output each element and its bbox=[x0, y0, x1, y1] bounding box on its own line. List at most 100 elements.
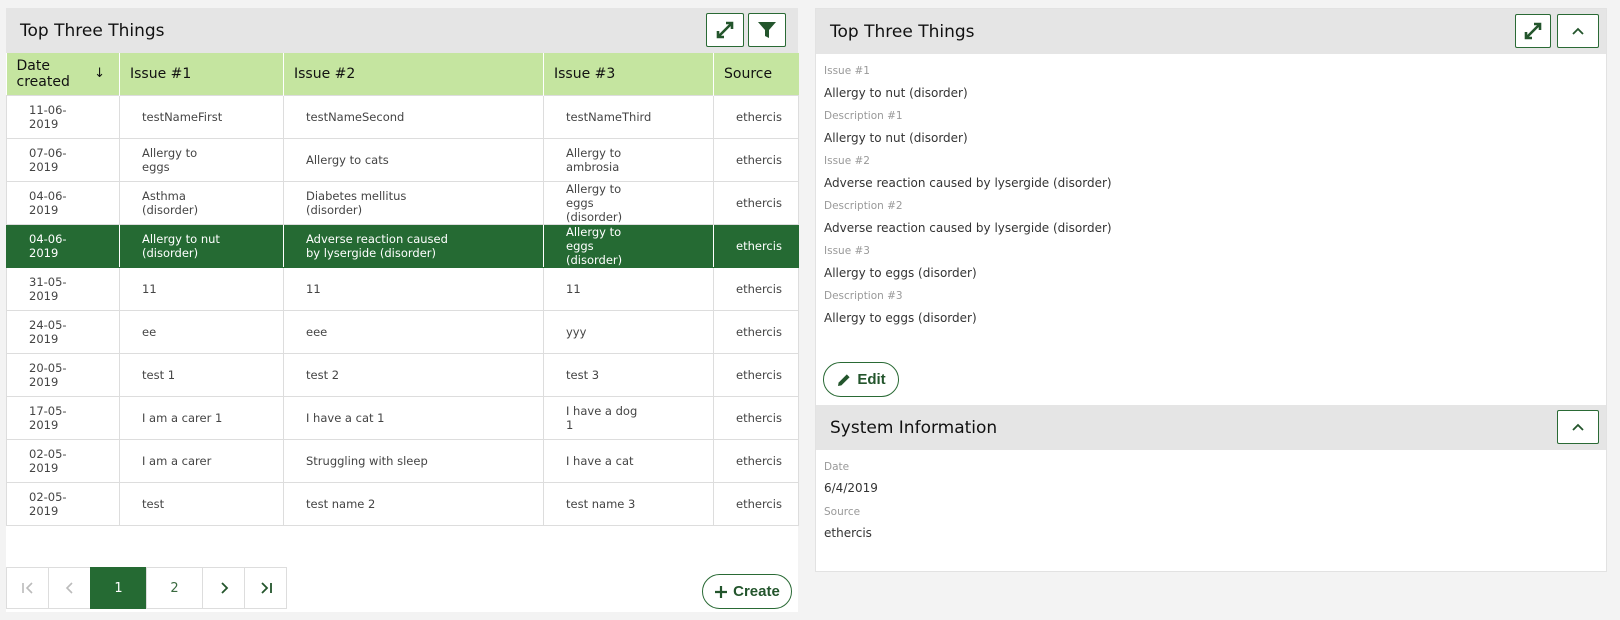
detail-field-label: Issue #2 bbox=[824, 155, 870, 167]
filter-button[interactable] bbox=[748, 13, 786, 47]
table-row[interactable]: 17-05-2019 I am a carer 1I have a cat 1I … bbox=[6, 395, 799, 440]
cell-issue2: Struggling with sleep bbox=[283, 438, 544, 483]
cell-date: 31-05-2019 bbox=[6, 266, 120, 311]
cell-issue2: I have a cat 1 bbox=[283, 395, 544, 440]
cell-issue2: test name 2 bbox=[283, 481, 544, 526]
chevron-left-icon bbox=[65, 582, 73, 594]
cell-source: ethercis bbox=[713, 481, 799, 526]
table-header-row: Date created ↓ Issue #1 Issue #2 Issue #… bbox=[6, 53, 799, 95]
cell-issue1: test 1 bbox=[119, 352, 284, 397]
cell-source: ethercis bbox=[713, 438, 799, 483]
table-row[interactable]: 02-05-2019 test test name 2 test name 3 ethe… bbox=[6, 481, 799, 526]
cell-date: 04-06-2019 bbox=[6, 180, 120, 225]
table-row[interactable]: 07-06-2019 Allergy to eggs Allergy to cats… bbox=[6, 137, 799, 182]
cell-source: ethercis bbox=[713, 395, 799, 440]
detail-field-label: Issue #1 bbox=[824, 65, 870, 77]
cell-issue3: I have a dog 1 bbox=[543, 395, 714, 440]
system-field-value: ethercis bbox=[824, 526, 872, 540]
detail-panel-header: Top Three Things bbox=[816, 9, 1606, 54]
cell-issue3: I have a cat bbox=[543, 438, 714, 483]
first-page-button[interactable] bbox=[6, 567, 49, 609]
system-field-label: Date bbox=[824, 461, 850, 473]
detail-field-label: Description #3 bbox=[824, 290, 903, 302]
table-row[interactable]: 24-05-2019 ee eee yyy ethercis bbox=[6, 309, 799, 354]
column-header-issue2[interactable]: Issue #2 bbox=[283, 53, 544, 95]
cell-source: ethercis bbox=[713, 180, 799, 225]
edit-button-label: Edit bbox=[857, 371, 886, 388]
detail-collapse-button[interactable] bbox=[1557, 14, 1599, 48]
detail-expand-button[interactable] bbox=[1515, 14, 1551, 48]
cell-issue2: Allergy to cats bbox=[283, 137, 544, 182]
table-row[interactable]: 02-05-2019 I am a carer Struggling with sl… bbox=[6, 438, 799, 483]
column-header-source[interactable]: Source bbox=[714, 53, 799, 95]
cell-issue3: Allergy to eggs (disorder) bbox=[543, 180, 714, 225]
list-panel-header: Top Three Things bbox=[6, 8, 798, 53]
column-header-date[interactable]: Date created ↓ bbox=[6, 53, 120, 95]
cell-date: 20-05-2019 bbox=[6, 352, 120, 397]
cell-source: ethercis bbox=[713, 94, 799, 139]
cell-issue3: test 3 bbox=[543, 352, 714, 397]
expand-button[interactable] bbox=[706, 13, 744, 47]
detail-panel-title: Top Three Things bbox=[830, 21, 975, 42]
detail-field-value: Adverse reaction caused by lysergide (di… bbox=[824, 176, 1112, 190]
last-page-icon bbox=[260, 582, 272, 594]
expand-icon bbox=[716, 21, 734, 39]
table-body: 11-06-2019 testNameFirst testNameSecond tes… bbox=[6, 94, 799, 526]
column-header-issue3[interactable]: Issue #3 bbox=[543, 53, 714, 95]
system-information-title: System Information bbox=[830, 417, 998, 438]
top-three-things-detail-panel: Top Three Things Issue #1 Allergy to nut … bbox=[815, 8, 1607, 572]
cell-issue3: Allergy to eggs (disorder) bbox=[543, 223, 714, 268]
top-three-things-list-panel: Top Three Things Date created ↓ Issue #1 bbox=[6, 8, 799, 612]
table-row[interactable]: 04-06-2019 Allergy to nut (disorder) Adver… bbox=[6, 223, 799, 268]
system-collapse-button[interactable] bbox=[1557, 410, 1599, 444]
edit-button[interactable]: Edit bbox=[823, 362, 899, 397]
cell-issue2: 11 bbox=[283, 266, 544, 311]
cell-date: 24-05-2019 bbox=[6, 309, 120, 354]
table-row[interactable]: 20-05-2019 test 1 test 2 test 3 ethercis bbox=[6, 352, 799, 397]
cell-issue3: yyy bbox=[543, 309, 714, 354]
last-page-button[interactable] bbox=[244, 567, 287, 609]
system-information-header: System Information bbox=[816, 405, 1606, 450]
detail-field-value: Allergy to nut (disorder) bbox=[824, 86, 968, 100]
cell-date: 07-06-2019 bbox=[6, 137, 120, 182]
column-header-date-label: Date created bbox=[16, 57, 70, 90]
next-page-button[interactable] bbox=[202, 567, 245, 609]
table-row[interactable]: 31-05-2019 11 11 11 ethercis bbox=[6, 266, 799, 311]
column-header-issue1[interactable]: Issue #1 bbox=[119, 53, 284, 95]
cell-issue1: ee bbox=[119, 309, 284, 354]
cell-source: ethercis bbox=[713, 266, 799, 311]
cell-issue1: testNameFirst bbox=[119, 94, 284, 139]
pagination: 1 2 bbox=[6, 567, 287, 609]
chevron-right-icon bbox=[220, 582, 228, 594]
list-panel-title: Top Three Things bbox=[20, 20, 165, 41]
chevron-up-icon bbox=[1572, 27, 1584, 35]
create-button[interactable]: Create bbox=[702, 574, 792, 609]
previous-page-button[interactable] bbox=[48, 567, 91, 609]
cell-issue3: test name 3 bbox=[543, 481, 714, 526]
cell-issue2: testNameSecond bbox=[283, 94, 544, 139]
filter-icon bbox=[758, 22, 776, 38]
cell-date: 17-05-2019 bbox=[6, 395, 120, 440]
cell-source: ethercis bbox=[713, 137, 799, 182]
cell-date: 04-06-2019 bbox=[6, 223, 120, 268]
detail-field-value: Adverse reaction caused by lysergide (di… bbox=[824, 221, 1112, 235]
cell-issue2: Diabetes mellitus (disorder) bbox=[283, 180, 544, 225]
cell-issue1: Allergy to nut (disorder) bbox=[119, 223, 284, 268]
cell-issue2: test 2 bbox=[283, 352, 544, 397]
cell-issue2: eee bbox=[283, 309, 544, 354]
cell-issue3: Allergy to ambrosia bbox=[543, 137, 714, 182]
cell-issue1: test bbox=[119, 481, 284, 526]
cell-issue1: Asthma (disorder) bbox=[119, 180, 284, 225]
cell-date: 11-06-2019 bbox=[6, 94, 120, 139]
table-row[interactable]: 04-06-2019 Asthma (disorder) Diabetes mell… bbox=[6, 180, 799, 225]
cell-issue1: I am a carer bbox=[119, 438, 284, 483]
page-button-2[interactable]: 2 bbox=[146, 567, 203, 609]
table-row[interactable]: 11-06-2019 testNameFirst testNameSecond tes… bbox=[6, 94, 799, 139]
expand-icon bbox=[1524, 22, 1542, 40]
system-field-value: 6/4/2019 bbox=[824, 481, 878, 495]
system-field-label: Source bbox=[824, 506, 861, 518]
cell-issue1: I am a carer 1 bbox=[119, 395, 284, 440]
page-button-1[interactable]: 1 bbox=[90, 567, 147, 609]
cell-date: 02-05-2019 bbox=[6, 438, 120, 483]
cell-issue1: Allergy to eggs bbox=[119, 137, 284, 182]
